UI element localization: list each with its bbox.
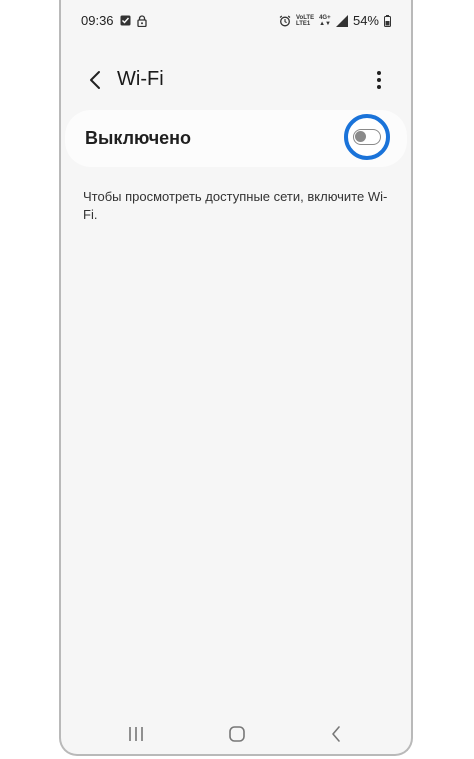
wifi-toggle-row[interactable]: Выключено bbox=[65, 110, 407, 167]
signal-icon bbox=[335, 14, 348, 27]
recents-button[interactable] bbox=[121, 720, 151, 748]
gallery-icon bbox=[120, 15, 131, 26]
battery-percent: 54% bbox=[352, 13, 379, 28]
wifi-off-description: Чтобы просмотреть доступные сети, включи… bbox=[83, 189, 388, 222]
status-bar-left: 09:36 bbox=[81, 13, 147, 28]
status-bar: 09:36 VoLTE LTE1 4G+ ▲▼ 54% bbox=[61, 0, 411, 40]
more-vertical-icon bbox=[377, 71, 381, 89]
wifi-toggle-label: Выключено bbox=[85, 128, 192, 148]
page-title: Wi-Fi bbox=[117, 68, 164, 90]
volte-text: VoLTE bbox=[295, 14, 315, 21]
battery-icon bbox=[384, 14, 391, 27]
volte-indicator: VoLTE LTE1 bbox=[296, 15, 314, 27]
recents-icon bbox=[129, 727, 143, 741]
phone-screen: 09:36 VoLTE LTE1 4G+ ▲▼ 54% Wi-Fi Выключ… bbox=[59, 0, 413, 756]
lock-icon bbox=[136, 14, 147, 27]
status-bar-right: VoLTE LTE1 4G+ ▲▼ 54% bbox=[279, 13, 391, 28]
app-header: Wi-Fi bbox=[61, 60, 411, 100]
lte-text: LTE1 bbox=[295, 20, 311, 27]
system-back-button[interactable] bbox=[321, 720, 351, 748]
status-time: 09:36 bbox=[81, 13, 114, 28]
navigation-bar bbox=[61, 714, 411, 754]
wifi-switch[interactable] bbox=[353, 129, 381, 145]
back-button[interactable] bbox=[81, 66, 109, 94]
alarm-icon bbox=[279, 15, 291, 27]
back-icon bbox=[332, 726, 340, 742]
switch-thumb bbox=[355, 131, 366, 142]
more-options-button[interactable] bbox=[365, 66, 393, 94]
home-icon bbox=[229, 726, 245, 742]
chevron-left-icon bbox=[90, 71, 100, 89]
network-gen-indicator: 4G+ ▲▼ bbox=[319, 14, 331, 27]
home-button[interactable] bbox=[222, 720, 252, 748]
network-gen-text: 4G+ bbox=[319, 14, 331, 21]
switch-highlight-ring bbox=[344, 114, 390, 160]
